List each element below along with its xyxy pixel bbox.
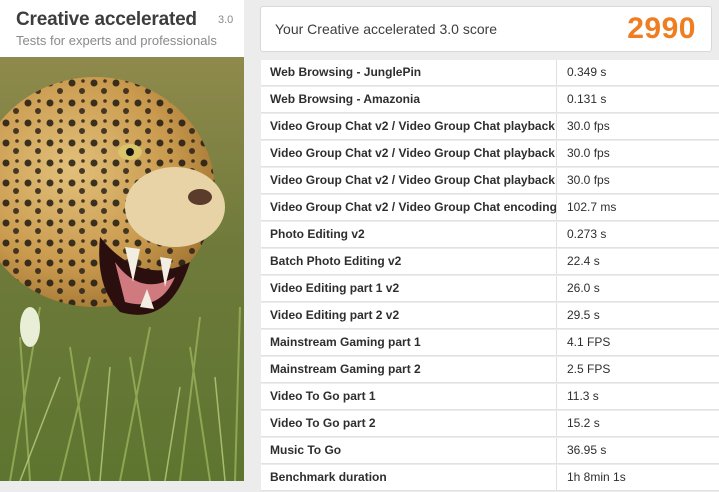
results-table: Web Browsing - JunglePin 0.349 s Web Brow…	[261, 60, 719, 492]
result-value: 0.349 s	[567, 65, 607, 79]
result-value: 15.2 s	[567, 416, 600, 430]
table-row: Video Group Chat v2 / Video Group Chat p…	[261, 114, 719, 140]
result-name: Photo Editing v2	[261, 222, 557, 247]
table-row: Video Group Chat v2 / Video Group Chat e…	[261, 195, 719, 221]
test-version: 3.0	[218, 14, 234, 26]
result-value: 1h 8min 1s	[567, 470, 626, 484]
result-name: Benchmark duration	[261, 465, 557, 490]
table-row: Photo Editing v2 0.273 s	[261, 222, 719, 248]
score-value: 2990	[627, 12, 696, 45]
result-name: Video Group Chat v2 / Video Group Chat p…	[261, 141, 557, 166]
result-name: Music To Go	[261, 438, 557, 463]
result-name: Batch Photo Editing v2	[261, 249, 557, 274]
test-subtitle: Tests for experts and professionals	[16, 33, 217, 48]
table-row: Video To Go part 1 11.3 s	[261, 384, 719, 410]
result-name: Video Group Chat v2 / Video Group Chat p…	[261, 114, 557, 139]
left-panel: Creative accelerated 3.0 Tests for exper…	[0, 0, 244, 481]
result-name: Video Group Chat v2 / Video Group Chat p…	[261, 168, 557, 193]
result-value: 30.0 fps	[567, 119, 610, 133]
result-value: 11.3 s	[567, 389, 599, 403]
result-name: Mainstream Gaming part 2	[261, 357, 557, 382]
result-name: Video To Go part 2	[261, 411, 557, 436]
result-name: Mainstream Gaming part 1	[261, 330, 557, 355]
table-row: Mainstream Gaming part 1 4.1 FPS	[261, 330, 719, 356]
result-name: Video Editing part 1 v2	[261, 276, 557, 301]
table-row: Video To Go part 2 15.2 s	[261, 411, 719, 437]
result-name: Video Group Chat v2 / Video Group Chat e…	[261, 195, 557, 220]
table-row: Web Browsing - Amazonia 0.131 s	[261, 87, 719, 113]
table-row: Mainstream Gaming part 2 2.5 FPS	[261, 357, 719, 383]
table-row: Benchmark duration 1h 8min 1s	[261, 465, 719, 491]
table-row: Batch Photo Editing v2 22.4 s	[261, 249, 719, 275]
leopard-image	[0, 57, 244, 481]
result-value: 102.7 ms	[567, 200, 617, 214]
result-name: Web Browsing - Amazonia	[261, 87, 557, 112]
table-row: Video Group Chat v2 / Video Group Chat p…	[261, 141, 719, 167]
results-panel: Your Creative accelerated 3.0 score 2990…	[244, 0, 719, 491]
score-box: Your Creative accelerated 3.0 score 2990	[260, 6, 712, 52]
score-label: Your Creative accelerated 3.0 score	[275, 21, 498, 37]
result-name: Video To Go part 1	[261, 384, 557, 409]
result-value: 0.131 s	[567, 92, 607, 106]
table-row: Music To Go 36.95 s	[261, 438, 719, 464]
test-header: Creative accelerated 3.0 Tests for exper…	[0, 0, 244, 56]
table-row: Web Browsing - JunglePin 0.349 s	[261, 60, 719, 86]
test-title: Creative accelerated	[16, 9, 197, 30]
table-row: Video Editing part 2 v2 29.5 s	[261, 303, 719, 329]
result-value: 30.0 fps	[567, 173, 610, 187]
result-value: 30.0 fps	[567, 146, 610, 160]
result-value: 29.5 s	[567, 308, 600, 322]
result-value: 0.273 s	[567, 227, 607, 241]
result-value: 4.1 FPS	[567, 335, 611, 349]
result-value: 36.95 s	[567, 443, 607, 457]
result-value: 2.5 FPS	[567, 362, 611, 376]
table-row: Video Group Chat v2 / Video Group Chat p…	[261, 168, 719, 194]
result-name: Video Editing part 2 v2	[261, 303, 557, 328]
result-value: 26.0 s	[567, 281, 600, 295]
table-row: Video Editing part 1 v2 26.0 s	[261, 276, 719, 302]
result-value: 22.4 s	[567, 254, 600, 268]
result-name: Web Browsing - JunglePin	[261, 60, 557, 85]
